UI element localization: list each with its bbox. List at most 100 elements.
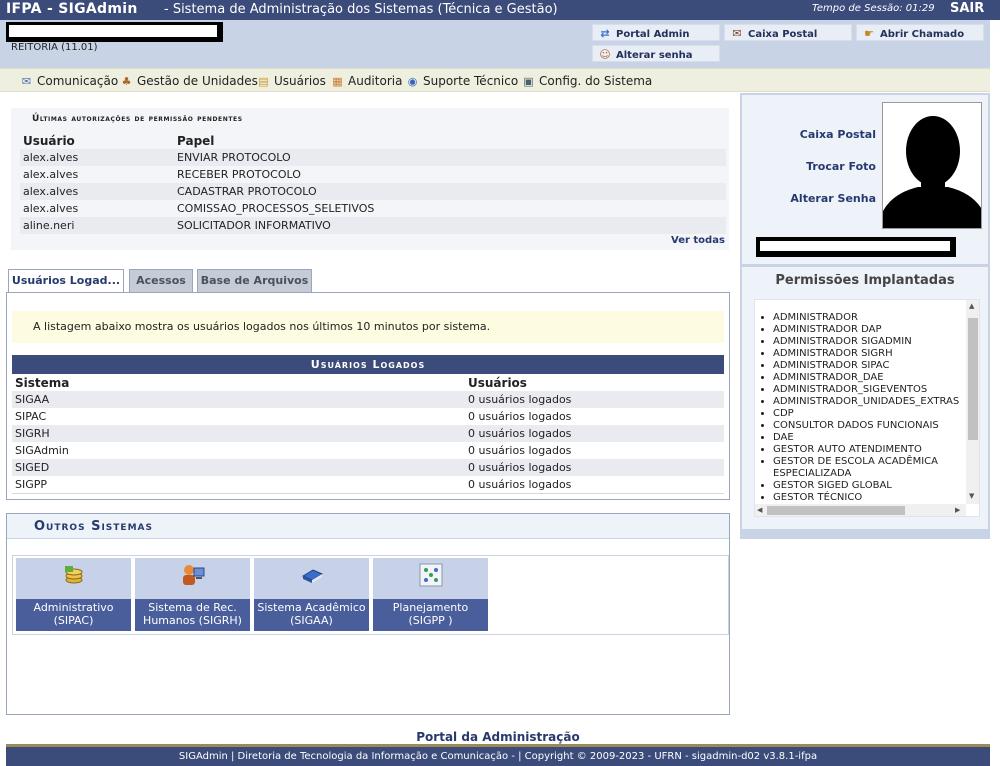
system-label: Sistema de Rec. Humanos (SIGRH) <box>135 599 250 631</box>
other-systems-title: Outros Sistemas <box>7 514 729 539</box>
tab-usuarios-logados[interactable]: Usuários Logad... <box>8 269 124 293</box>
list-item: ADMINISTRADOR SIPAC <box>773 360 965 372</box>
horizontal-scrollbar[interactable]: ◀ ▶ <box>755 504 966 516</box>
scroll-down-icon[interactable]: ▼ <box>969 492 974 500</box>
menu-gestao-unidades[interactable]: ♣ Gestão de Unidades <box>119 74 258 88</box>
system-label: Planejamento (SIGPP ) <box>373 599 488 631</box>
table-row: SIPAC 0 usuários logados <box>15 410 572 423</box>
col-usuarios: Usuários <box>468 376 527 390</box>
unit-label: REITORIA (11.01) <box>11 42 98 53</box>
list-item: ADMINISTRADOR DAP <box>773 324 965 336</box>
pending-table: Usuário Papel alex.alves ENVIAR PROTOCOL… <box>20 132 726 234</box>
pending-authorizations: Últimas autorizações de permissão penden… <box>11 108 729 250</box>
computer-icon: ▣ <box>523 75 534 88</box>
profile-box: Caixa Postal Trocar Foto Alterar Senha <box>742 95 988 264</box>
system-tile-sipac[interactable]: Administrativo (SIPAC) <box>16 558 131 631</box>
alterar-senha-link[interactable]: Alterar Senha <box>746 192 876 205</box>
system-label: Administrativo (SIPAC) <box>16 599 131 631</box>
profile-photo <box>882 102 982 229</box>
permissions-list: ADMINISTRADOR ADMINISTRADOR DAP ADMINIST… <box>759 312 965 504</box>
table-row: alex.alves COMISSAO_PROCESSOS_SELETIVOS <box>23 202 375 215</box>
list-item: ADMINISTRADOR <box>773 312 965 324</box>
list-item: ADMINISTRADOR_DAE <box>773 372 965 384</box>
hand-icon: ☛ <box>864 27 874 40</box>
table-row: alex.alves CADASTRAR PROTOCOLO <box>20 183 726 200</box>
list-item: GESTOR DE ESCOLA ACADÊMICA ESPECIALIZADA <box>773 456 965 480</box>
permissions-scroll-area[interactable]: ADMINISTRADOR ADMINISTRADOR DAP ADMINIST… <box>754 299 980 517</box>
user-list-icon: ▤ <box>258 75 269 88</box>
coins-icon <box>16 562 131 593</box>
clipboard-icon: ▦ <box>332 75 343 88</box>
table-row: SIGPP 0 usuários logados <box>15 478 572 491</box>
table-row: SIGED 0 usuários logados <box>12 459 724 476</box>
session-timer: Tempo de Sessão: 01:29 <box>812 3 935 14</box>
list-item: CDP <box>773 408 965 420</box>
col-usuario: Usuário <box>23 134 75 148</box>
horizontal-scroll-thumb[interactable] <box>767 506 905 515</box>
permissions-title: Permissões Implantadas <box>775 273 955 288</box>
table-row: aline.neri SOLICITADOR INFORMATIVO <box>20 217 726 234</box>
system-tile-sigaa[interactable]: Sistema Acadêmico (SIGAA) <box>254 558 369 631</box>
table-row: SIGAA 0 usuários logados <box>12 391 724 408</box>
menu-usuarios[interactable]: ▤ Usuários <box>256 74 326 88</box>
mailbox-icon: ✉ <box>732 27 742 40</box>
table-row: SIGAdmin 0 usuários logados <box>15 444 572 457</box>
list-item: DAE <box>773 432 965 444</box>
redacted-user-name <box>756 237 956 257</box>
scroll-left-icon[interactable]: ◀ <box>757 506 762 514</box>
list-item: GESTOR SIGED GLOBAL <box>773 480 965 492</box>
system-label: Sistema Acadêmico (SIGAA) <box>254 599 369 631</box>
portal-admin-button[interactable]: ⇄ Portal Admin <box>592 24 720 41</box>
tab-acessos[interactable]: Acessos <box>129 269 193 292</box>
menu-suporte-tecnico[interactable]: ◉ Suporte Técnico <box>405 74 518 88</box>
system-tile-sigpp[interactable]: Planejamento (SIGPP ) <box>373 558 488 631</box>
redacted-user-name <box>6 22 223 42</box>
portal-admin-footer-link[interactable]: Portal da Administração <box>0 730 996 744</box>
menu-auditoria[interactable]: ▦ Auditoria <box>330 74 402 88</box>
tab-base-arquivos[interactable]: Base de Arquivos <box>197 269 312 292</box>
user-computer-icon <box>135 562 250 593</box>
col-sistema: Sistema <box>15 376 70 390</box>
trocar-foto-link[interactable]: Trocar Foto <box>746 160 876 173</box>
user-info-header: REITORIA (11.01) ⇄ Portal Admin ✉ Caixa Po… <box>0 20 990 68</box>
table-header: Usuário Papel <box>20 132 726 149</box>
menu-config-sistema[interactable]: ▣ Config. do Sistema <box>521 74 652 88</box>
caixa-postal-link[interactable]: Caixa Postal <box>746 128 876 141</box>
user-key-icon: ☺ <box>599 48 611 61</box>
menu-comunicacao[interactable]: ✉ Comunicação <box>19 74 118 88</box>
alterar-senha-button[interactable]: ☺ Alterar senha <box>592 45 720 62</box>
portal-icon: ⇄ <box>600 27 610 40</box>
list-item: ADMINISTRADOR SIGADMIN <box>773 336 965 348</box>
vertical-scroll-thumb[interactable] <box>968 318 978 440</box>
view-all-link[interactable]: Ver todas <box>671 235 725 246</box>
scroll-up-icon[interactable]: ▲ <box>969 302 974 310</box>
right-sidebar: Caixa Postal Trocar Foto Alterar Senha P… <box>740 93 990 539</box>
list-item: ADMINISTRADOR_UNIDADES_EXTRAS <box>773 396 965 408</box>
caixa-postal-button[interactable]: ✉ Caixa Postal <box>724 24 852 41</box>
system-description: - Sistema de Administração dos Sistemas … <box>164 2 558 17</box>
list-item: ADMINISTRADOR SIGRH <box>773 348 965 360</box>
table-row: SIGRH 0 usuários logados <box>12 425 724 442</box>
list-item: ADMINISTRADOR_SIGEVENTOS <box>773 384 965 396</box>
list-item: GESTOR AUTO ATENDIMENTO <box>773 444 965 456</box>
book-icon <box>254 562 369 593</box>
scroll-right-icon[interactable]: ▶ <box>955 506 960 514</box>
info-message: A listagem abaixo mostra os usuários log… <box>12 311 724 343</box>
other-systems-panel: Outros Sistemas Administrativo (SIPAC) S… <box>6 513 730 715</box>
pending-caption: Últimas autorizações de permissão penden… <box>32 114 243 124</box>
main-menu: ✉ Comunicação ♣ Gestão de Unidades ▤ Usuári… <box>0 68 990 92</box>
logout-link[interactable]: SAIR <box>950 1 984 16</box>
system-tile-sigrh[interactable]: Sistema de Rec. Humanos (SIGRH) <box>135 558 250 631</box>
envelope-icon: ✉ <box>21 75 32 88</box>
logged-users-title: Usuários Logados <box>12 355 724 374</box>
table-row: alex.alves RECEBER PROTOCOLO <box>23 168 301 181</box>
systems-area: Administrativo (SIPAC) Sistema de Rec. H… <box>12 555 729 635</box>
people-icon: ♣ <box>121 75 132 88</box>
footer: SIGAdmin | Diretoria de Tecnologia da In… <box>6 744 990 766</box>
list-item: GESTOR TÉCNICO <box>773 492 965 504</box>
network-icon <box>373 562 488 593</box>
table-header: Sistema Usuários <box>12 374 724 391</box>
list-item: CONSULTOR DADOS FUNCIONAIS <box>773 420 965 432</box>
abrir-chamado-button[interactable]: ☛ Abrir Chamado <box>856 24 984 41</box>
vertical-scrollbar[interactable]: ▲ ▼ <box>966 300 979 504</box>
